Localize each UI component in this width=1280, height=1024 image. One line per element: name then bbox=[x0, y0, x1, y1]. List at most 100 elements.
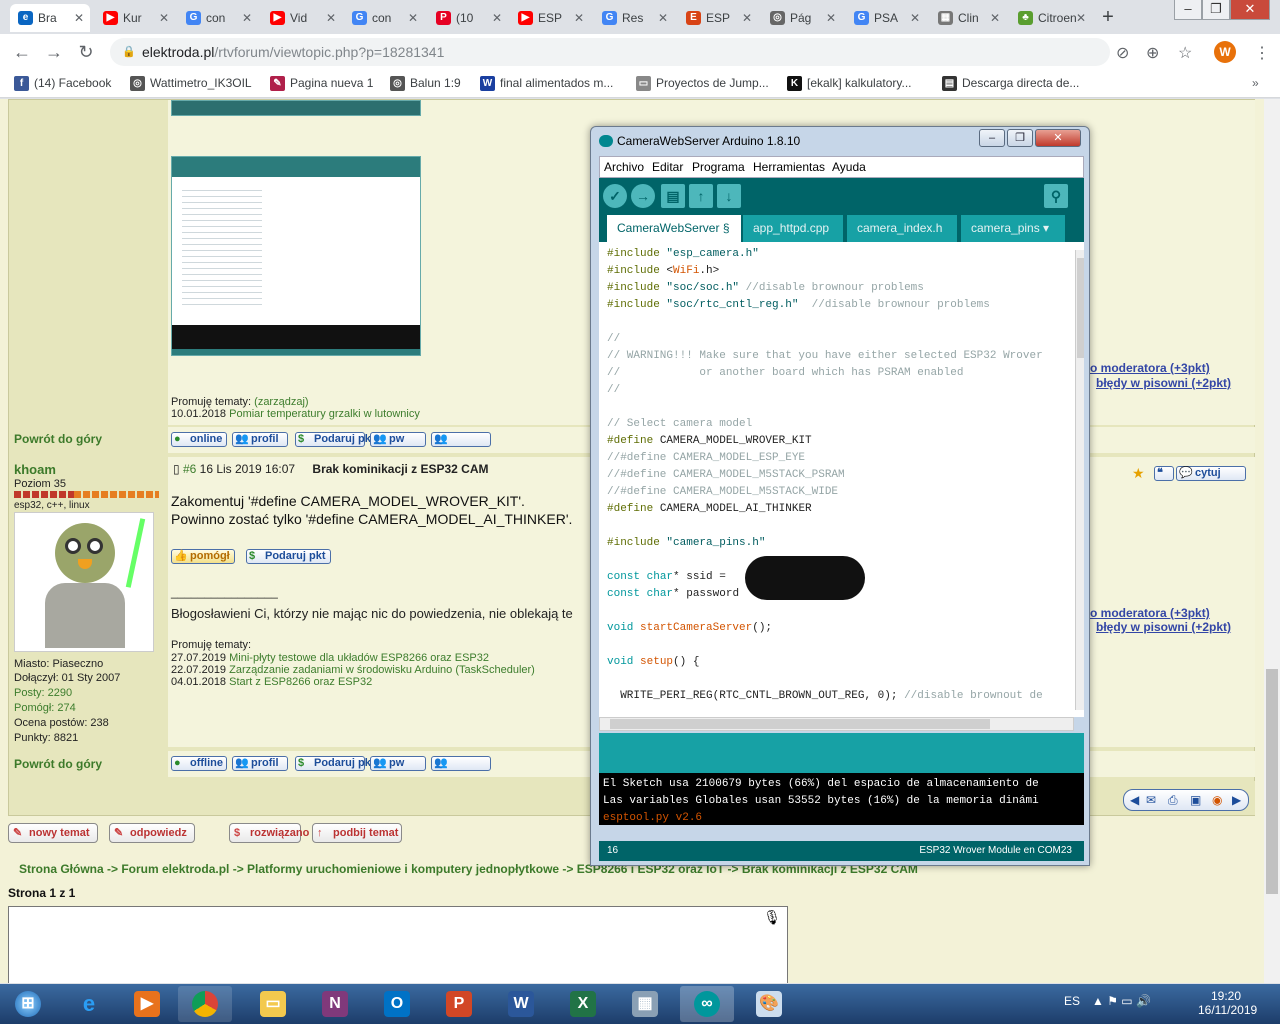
editor-tab[interactable]: camera_index.h bbox=[847, 215, 957, 242]
topic-link[interactable]: Pomiar temperatury grzalki w lutownicy bbox=[229, 408, 420, 420]
browser-tab[interactable]: e Bra ✕ bbox=[10, 4, 90, 32]
promoted-topic-link[interactable]: Mini-płyty testowe dla układów ESP8266 o… bbox=[229, 652, 489, 664]
open-icon[interactable]: ↑ bbox=[689, 184, 713, 208]
powerpoint-icon[interactable]: P bbox=[432, 986, 486, 1022]
bookmark-item[interactable]: f (14) Facebook bbox=[14, 76, 111, 91]
post-number[interactable]: #6 bbox=[183, 462, 196, 476]
next-icon[interactable]: ▶ bbox=[1232, 793, 1241, 807]
bookmark-star-icon[interactable]: ☆ bbox=[1178, 43, 1192, 63]
microphone-icon[interactable]: 🎙 bbox=[763, 909, 781, 926]
user-name[interactable]: khoam bbox=[14, 462, 56, 477]
minimize-button[interactable]: – bbox=[1174, 0, 1202, 20]
add-friend-button[interactable]: 👥 bbox=[431, 432, 491, 447]
bookmark-item[interactable]: ◎ Wattimetro_IK3OIL bbox=[130, 76, 252, 91]
screenshot-thumbnail-2[interactable] bbox=[171, 156, 421, 356]
close-tab-icon[interactable]: ✕ bbox=[159, 4, 169, 32]
new-tab-button[interactable]: + bbox=[1096, 6, 1120, 30]
language-indicator[interactable]: ES bbox=[1064, 994, 1080, 1008]
blocked-popup-icon[interactable]: ⊘ bbox=[1116, 43, 1129, 63]
ide-minimize-button[interactable]: – bbox=[979, 129, 1005, 147]
user-posts[interactable]: Posty: 2290 bbox=[14, 687, 72, 699]
add-icon[interactable]: ⊕ bbox=[1146, 43, 1159, 63]
browser-tab[interactable]: Gcon ✕ bbox=[344, 4, 424, 32]
back-button[interactable]: ← bbox=[10, 40, 34, 64]
promoted-topic-link[interactable]: Zarządzanie zadaniami w środowisku Ardui… bbox=[229, 664, 535, 676]
close-tab-icon[interactable]: ✕ bbox=[1076, 4, 1086, 32]
chrome-icon[interactable] bbox=[178, 986, 232, 1022]
more-bookmarks-icon[interactable]: » bbox=[1252, 76, 1259, 90]
print-icon[interactable]: ⎙ bbox=[1168, 793, 1178, 808]
browser-tab[interactable]: G Res ✕ bbox=[594, 4, 674, 32]
pm-button[interactable]: 👥 pw bbox=[370, 432, 426, 447]
solved-button[interactable]: $ rozwiązano bbox=[229, 823, 309, 843]
browser-tab[interactable]: ▦ Clin ✕ bbox=[930, 4, 1006, 32]
browser-tab[interactable]: ▶ Kur ✕ bbox=[95, 4, 175, 32]
clock-date[interactable]: 16/11/2019 bbox=[1198, 1003, 1257, 1017]
bookmark-item[interactable]: ◎ Balun 1:9 bbox=[390, 76, 461, 91]
bookmark-item[interactable]: ▭ Proyectos de Jump... bbox=[636, 76, 769, 91]
moderator-link-2[interactable]: o moderatora (+3pkt) bbox=[1090, 606, 1210, 620]
editor-tab[interactable]: camera_pins ▾ bbox=[961, 215, 1065, 242]
quote-icon-button[interactable]: ❝ bbox=[1154, 466, 1174, 481]
promoted-topic-link[interactable]: Start z ESP8266 oraz ESP32 bbox=[229, 676, 372, 688]
editor-tab[interactable]: CameraWebServer § bbox=[607, 215, 741, 242]
close-tab-icon[interactable]: ✕ bbox=[574, 4, 584, 32]
give-points-button[interactable]: $ Podaruj pkt bbox=[295, 432, 375, 447]
browser-tab[interactable]: ♣ Citroen ✕ bbox=[1010, 4, 1092, 32]
give-points-button[interactable]: $ Podaruj pkt bbox=[295, 756, 375, 771]
profile-button[interactable]: 👥 profil bbox=[232, 756, 288, 771]
close-tab-icon[interactable]: ✕ bbox=[910, 4, 920, 32]
reply-button[interactable]: ✎ odpowiedz bbox=[109, 823, 195, 843]
manage-link[interactable]: (zarządzaj) bbox=[254, 396, 308, 408]
new-icon[interactable]: ▤ bbox=[661, 184, 685, 208]
browser-tab[interactable]: Gcon ✕ bbox=[178, 4, 258, 32]
word-icon[interactable]: W bbox=[494, 986, 548, 1022]
bookmark-item[interactable]: K [ekalk] kalkulatory... bbox=[787, 76, 911, 91]
give-points-button[interactable]: $ Podaruj pkt bbox=[246, 549, 331, 564]
pm-button[interactable]: 👥 pw bbox=[370, 756, 426, 771]
profile-avatar[interactable]: W bbox=[1214, 41, 1236, 63]
close-tab-icon[interactable]: ✕ bbox=[408, 4, 418, 32]
ide-close-button[interactable]: ✕ bbox=[1035, 129, 1081, 147]
moderator-link[interactable]: o moderatora (+3pkt) bbox=[1090, 361, 1210, 375]
arduino-taskbar-icon[interactable]: ∞ bbox=[680, 986, 734, 1022]
ide-menu-item[interactable]: Programa bbox=[692, 160, 745, 174]
post-navigation[interactable]: ◀ ✉ ⎙ ▣ ◉ ▶ bbox=[1123, 789, 1249, 811]
helped-button[interactable]: 👍 pomógł bbox=[171, 549, 235, 564]
paint-icon[interactable]: 🎨 bbox=[742, 986, 796, 1022]
tray-icons[interactable]: ▲ ⚑ ▭ 🔊 bbox=[1092, 994, 1151, 1008]
clock-time[interactable]: 19:20 bbox=[1198, 989, 1254, 1003]
save-sketch-icon[interactable]: ↓ bbox=[717, 184, 741, 208]
ie-icon[interactable]: e bbox=[62, 986, 116, 1022]
close-tab-icon[interactable]: ✕ bbox=[742, 4, 752, 32]
ide-menu-item[interactable]: Herramientas bbox=[753, 160, 825, 174]
media-player-icon[interactable]: ▶ bbox=[120, 986, 174, 1022]
onenote-icon[interactable]: N bbox=[308, 986, 362, 1022]
serial-monitor-icon[interactable]: ⚲ bbox=[1044, 184, 1068, 208]
outlook-icon[interactable]: O bbox=[370, 986, 424, 1022]
close-tab-icon[interactable]: ✕ bbox=[658, 4, 668, 32]
new-topic-button[interactable]: ✎ nowy temat bbox=[8, 823, 98, 843]
ide-menu-item[interactable]: Ayuda bbox=[832, 160, 866, 174]
bookmark-item[interactable]: ✎ Pagina nueva 1 bbox=[270, 76, 373, 91]
ide-menu-item[interactable]: Archivo bbox=[604, 160, 644, 174]
email-icon[interactable]: ✉ bbox=[1146, 793, 1156, 807]
save-icon[interactable]: ▣ bbox=[1190, 793, 1201, 807]
back-to-top-link-2[interactable]: Powrót do góry bbox=[14, 757, 102, 771]
prev-icon[interactable]: ◀ bbox=[1130, 793, 1139, 807]
close-tab-icon[interactable]: ✕ bbox=[326, 4, 336, 32]
browser-tab[interactable]: E ESP ✕ bbox=[678, 4, 758, 32]
browser-tab[interactable]: ▶ ESP ✕ bbox=[510, 4, 590, 32]
add-friend-button[interactable]: 👥 bbox=[431, 756, 491, 771]
verify-icon[interactable]: ✓ bbox=[603, 184, 627, 208]
target-icon[interactable]: ◉ bbox=[1212, 793, 1222, 807]
code-editor[interactable]: #include "esp_camera.h" #include <WiFi.h>… bbox=[599, 242, 1084, 717]
profile-button[interactable]: 👥 profil bbox=[232, 432, 288, 447]
ide-menu-item[interactable]: Editar bbox=[652, 160, 683, 174]
browser-tab[interactable]: G PSA ✕ bbox=[846, 4, 926, 32]
browser-tab[interactable]: P (10 ✕ bbox=[428, 4, 508, 32]
status-button[interactable]: ● online bbox=[171, 432, 227, 447]
upload-icon[interactable]: → bbox=[631, 184, 655, 208]
status-button[interactable]: ● offline bbox=[171, 756, 227, 771]
start-button[interactable]: ⊞ bbox=[4, 986, 52, 1022]
